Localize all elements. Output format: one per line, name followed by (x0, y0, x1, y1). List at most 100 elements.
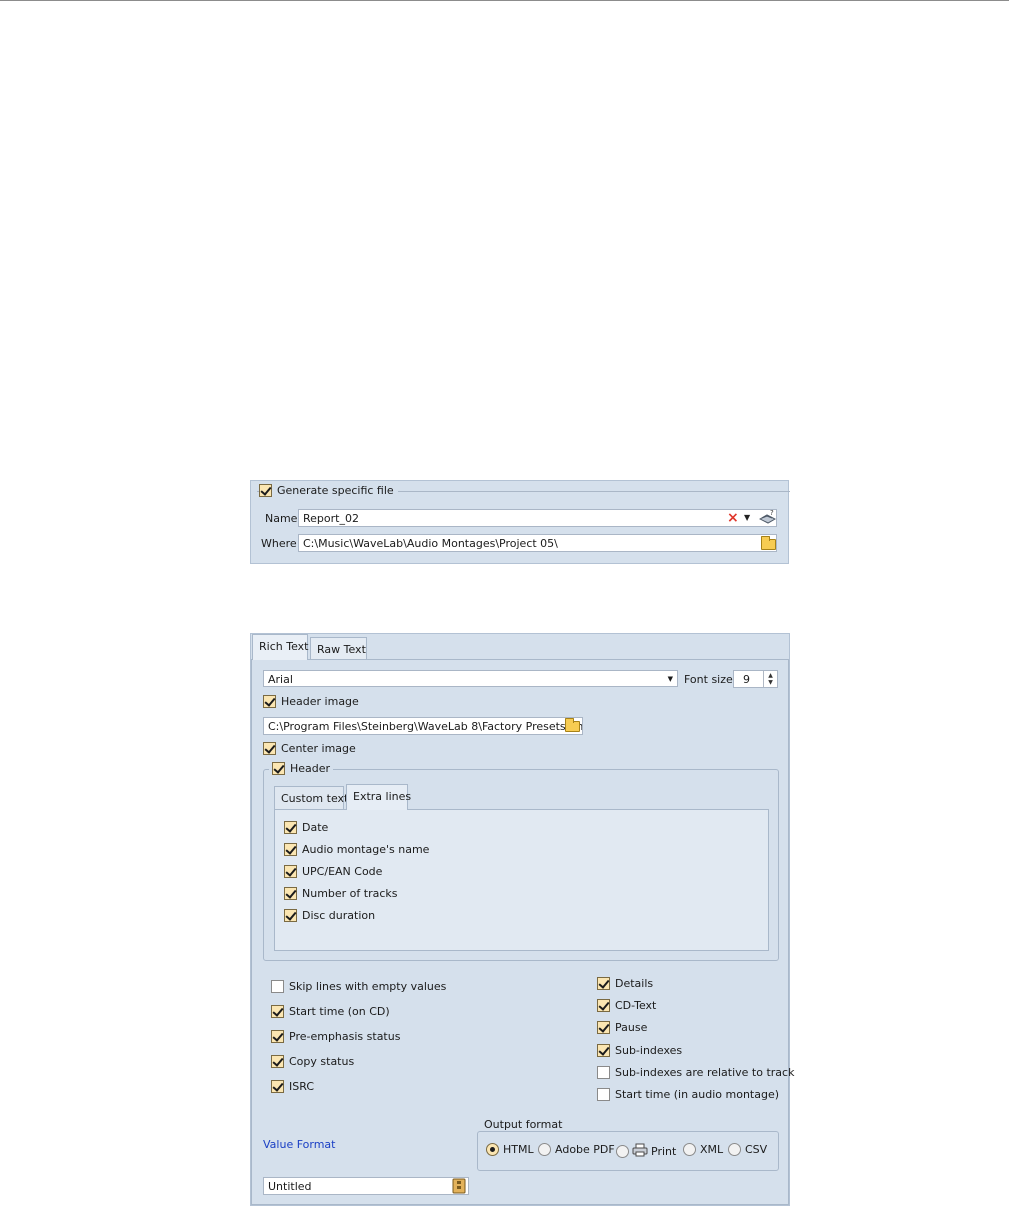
pause-checkbox[interactable] (597, 1021, 610, 1034)
value-format-link[interactable]: Value Format (263, 1138, 335, 1151)
number-of-tracks-label: Number of tracks (302, 887, 398, 900)
folder-icon[interactable] (565, 718, 580, 732)
spinner-arrows-icon[interactable]: ▲ ▼ (763, 671, 777, 687)
option-row[interactable]: CD-Text (597, 999, 656, 1012)
output-xml-option[interactable]: XML (683, 1143, 723, 1156)
preset-input[interactable]: Untitled (263, 1177, 469, 1195)
option-row[interactable]: Start time (on CD) (271, 1005, 390, 1018)
xml-radio[interactable] (683, 1143, 696, 1156)
copy-status-checkbox[interactable] (271, 1055, 284, 1068)
chevron-down-icon: ▼ (667, 675, 673, 683)
option-row[interactable]: Sub-indexes (597, 1044, 682, 1057)
csv-label: CSV (745, 1143, 768, 1156)
skip-empty-label: Skip lines with empty values (289, 980, 447, 993)
disc-duration-checkbox[interactable] (284, 909, 297, 922)
generate-file-group (257, 491, 790, 565)
cd-text-checkbox[interactable] (597, 999, 610, 1012)
html-label: HTML (503, 1143, 534, 1156)
option-row[interactable]: Details (597, 977, 653, 990)
option-row[interactable]: Start time (in audio montage) (597, 1088, 779, 1101)
chevron-down-icon[interactable]: ▼ (744, 513, 750, 522)
header-image-path-input[interactable]: C:\Program Files\Steinberg\WaveLab 8\Fac… (263, 717, 583, 735)
html-radio[interactable] (486, 1143, 499, 1156)
sub-indexes-label: Sub-indexes (615, 1044, 683, 1057)
cd-text-label: CD-Text (615, 999, 657, 1012)
montage-name-label: Audio montage's name (302, 843, 430, 856)
output-csv-option[interactable]: CSV (728, 1143, 767, 1156)
printer-icon (632, 1143, 648, 1160)
center-image-checkbox[interactable] (263, 742, 276, 755)
option-row[interactable]: ISRC (271, 1080, 314, 1093)
extra-line-item[interactable]: UPC/EAN Code (284, 865, 382, 878)
number-of-tracks-checkbox[interactable] (284, 887, 297, 900)
date-label: Date (302, 821, 329, 834)
where-input[interactable]: C:\Music\WaveLab\Audio Montages\Project … (298, 534, 777, 552)
option-row[interactable]: Sub-indexes are relative to track (597, 1066, 794, 1079)
start-time-montage-checkbox[interactable] (597, 1088, 610, 1101)
isrc-label: ISRC (289, 1080, 315, 1093)
preset-icon[interactable] (452, 1178, 466, 1197)
start-time-cd-label: Start time (on CD) (289, 1005, 390, 1018)
start-time-montage-label: Start time (in audio montage) (615, 1088, 780, 1101)
xml-label: XML (700, 1143, 724, 1156)
option-row[interactable]: Pause (597, 1021, 647, 1034)
details-checkbox[interactable] (597, 977, 610, 990)
tab-rich-text-label: Rich Text (259, 640, 309, 653)
tab-rich-text[interactable]: Rich Text (252, 634, 308, 660)
output-print-option[interactable]: Print (616, 1143, 676, 1160)
montage-name-checkbox[interactable] (284, 843, 297, 856)
extra-line-item[interactable]: Disc duration (284, 909, 375, 922)
option-row[interactable]: Skip lines with empty values (271, 980, 446, 993)
start-time-cd-checkbox[interactable] (271, 1005, 284, 1018)
option-row[interactable]: Pre-emphasis status (271, 1030, 400, 1043)
generate-file-row[interactable]: Generate specific file (259, 484, 398, 497)
extra-lines-tab-body (274, 809, 769, 951)
font-size-value: 9 (743, 673, 750, 686)
output-format-label: Output format (481, 1118, 566, 1131)
name-label: Name (265, 512, 298, 525)
name-value: Report_02 (303, 512, 359, 525)
copy-status-label: Copy status (289, 1055, 355, 1068)
upc-ean-checkbox[interactable] (284, 865, 297, 878)
header-image-path-value: C:\Program Files\Steinberg\WaveLab 8\Fac… (268, 720, 583, 733)
sub-indexes-relative-checkbox[interactable] (597, 1066, 610, 1079)
extra-line-item[interactable]: Audio montage's name (284, 843, 429, 856)
option-row[interactable]: Copy status (271, 1055, 354, 1068)
tab-raw-text[interactable]: Raw Text (310, 637, 367, 661)
pre-emphasis-label: Pre-emphasis status (289, 1030, 401, 1043)
tab-extra-lines[interactable]: Extra lines (346, 784, 411, 810)
svg-text:?: ? (770, 509, 774, 517)
header-group-legend[interactable]: Header (269, 762, 334, 775)
font-family-select[interactable]: Arial ▼ (263, 670, 678, 687)
where-value: C:\Music\WaveLab\Audio Montages\Project … (303, 537, 558, 550)
preset-save-icon[interactable]: ? (758, 509, 777, 528)
center-image-row[interactable]: Center image (263, 742, 356, 755)
header-image-checkbox[interactable] (263, 695, 276, 708)
pre-emphasis-checkbox[interactable] (271, 1030, 284, 1043)
output-html-option[interactable]: HTML (486, 1143, 534, 1156)
details-label: Details (615, 977, 654, 990)
print-radio[interactable] (616, 1145, 629, 1158)
generate-file-checkbox[interactable] (259, 484, 272, 497)
clear-icon[interactable]: × (727, 510, 739, 526)
skip-empty-checkbox[interactable] (271, 980, 284, 993)
font-size-spinner[interactable]: 9 ▲ ▼ (733, 670, 778, 688)
upc-ean-label: UPC/EAN Code (302, 865, 383, 878)
pdf-radio[interactable] (538, 1143, 551, 1156)
csv-radio[interactable] (728, 1143, 741, 1156)
preset-value: Untitled (268, 1180, 312, 1193)
isrc-checkbox[interactable] (271, 1080, 284, 1093)
font-size-label: Font size (684, 673, 733, 686)
extra-line-item[interactable]: Number of tracks (284, 887, 398, 900)
extra-line-item[interactable]: Date (284, 821, 328, 834)
output-pdf-option[interactable]: Adobe PDF (538, 1143, 615, 1156)
header-checkbox[interactable] (272, 762, 285, 775)
name-input[interactable]: Report_02 (298, 509, 777, 527)
center-image-label: Center image (281, 742, 356, 755)
sub-indexes-relative-label: Sub-indexes are relative to track (615, 1066, 795, 1079)
sub-indexes-checkbox[interactable] (597, 1044, 610, 1057)
date-checkbox[interactable] (284, 821, 297, 834)
header-image-row[interactable]: Header image (263, 695, 359, 708)
tab-custom-text[interactable]: Custom text (274, 786, 348, 810)
folder-icon[interactable] (761, 536, 776, 550)
